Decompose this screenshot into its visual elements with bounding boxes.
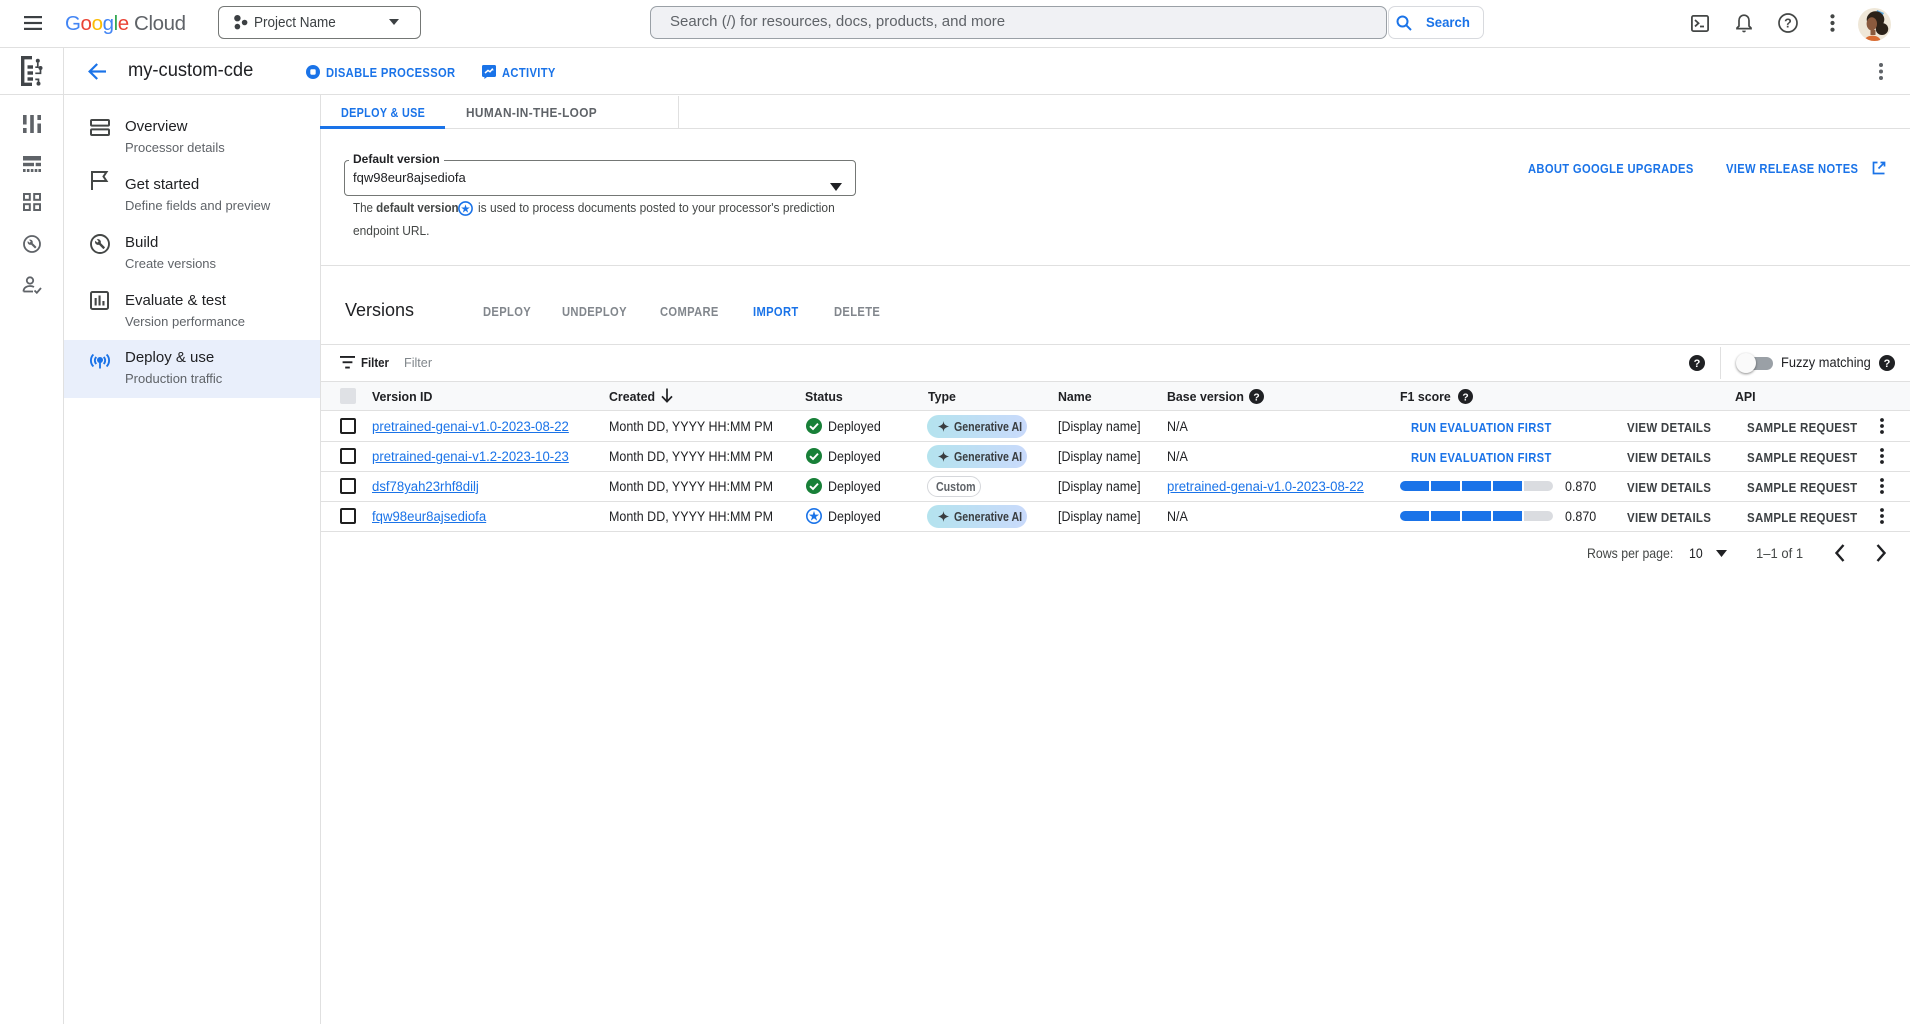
svg-text:?: ?: [1462, 392, 1468, 403]
svg-text:?: ?: [1884, 358, 1891, 370]
svg-text:?: ?: [1694, 358, 1701, 370]
svg-text:?: ?: [1253, 392, 1259, 403]
svg-text:?: ?: [1784, 16, 1792, 30]
